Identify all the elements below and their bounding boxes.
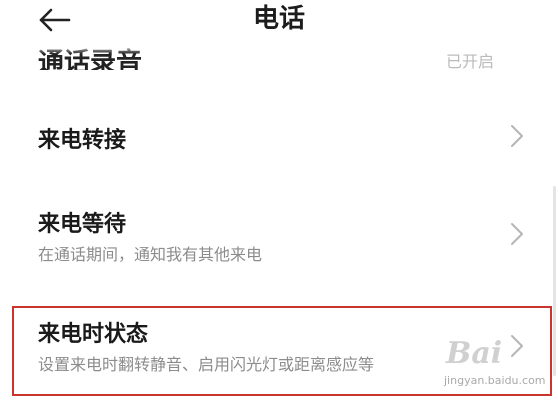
chevron-right-icon (510, 334, 524, 358)
chevron-right-icon (510, 124, 524, 148)
row-title: 来电时状态 (38, 322, 149, 347)
scrollbar[interactable] (553, 186, 556, 376)
settings-row-call-waiting[interactable]: 来电等待 在通话期间，通知我有其他来电 (0, 190, 558, 282)
chevron-right-icon (510, 222, 524, 246)
top-bar: 电话 (0, 0, 558, 44)
row-subtitle: 设置来电时翻转静音、启用闪光灯或距离感应等 (38, 355, 375, 374)
page-title: 电话 (252, 4, 305, 34)
row-title: 来电转接 (38, 128, 127, 153)
settings-row-call-forwarding[interactable]: 来电转接 (0, 100, 558, 172)
row-title: 来电等待 (38, 212, 127, 237)
row-subtitle: 在通话期间，通知我有其他来电 (38, 245, 263, 264)
header-fade (0, 44, 558, 54)
settings-row-incoming-call-status[interactable]: 来电时状态 设置来电时翻转静音、启用闪光灯或距离感应等 (0, 306, 558, 396)
